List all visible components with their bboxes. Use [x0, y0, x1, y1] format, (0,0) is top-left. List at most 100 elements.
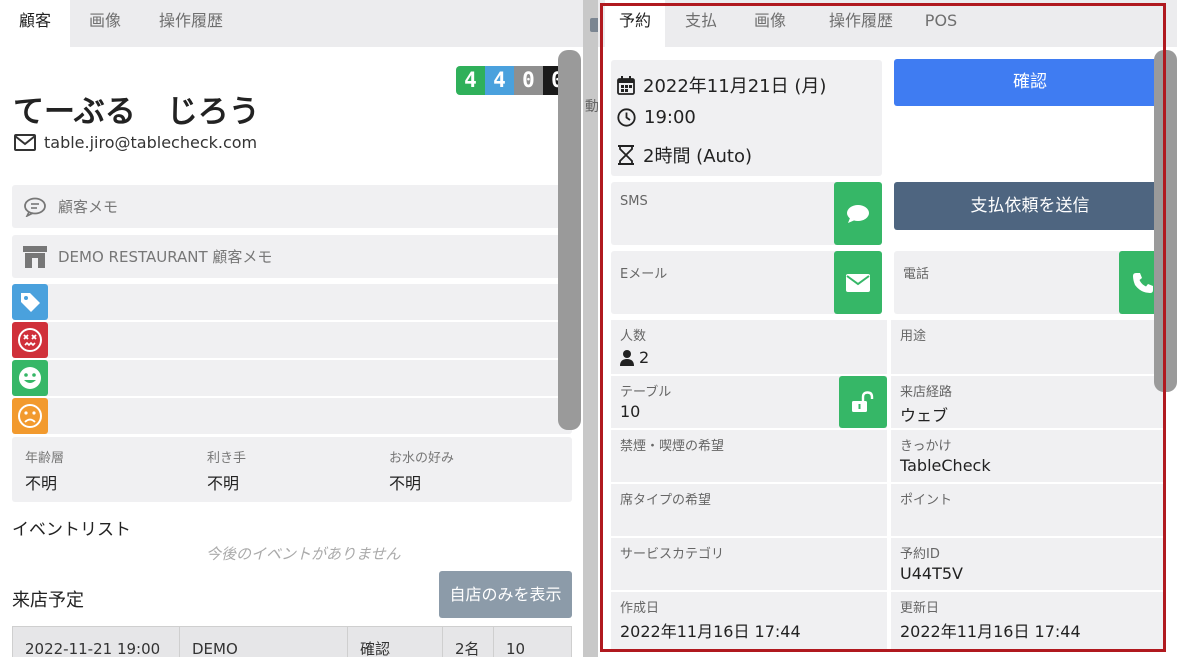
tab-history[interactable]: 操作履歴 [143, 0, 239, 47]
send-payment-request-button[interactable]: 支払依頼を送信 [894, 182, 1166, 230]
score-badge: 4 [485, 66, 514, 95]
tag-row[interactable] [12, 398, 572, 434]
visit-table: 10 [506, 640, 526, 657]
visits-title: 来店予定 [12, 590, 84, 611]
dizzy-face-icon [12, 322, 48, 358]
field-value: ウェブ [900, 406, 949, 425]
field-label: 予約ID [900, 547, 940, 562]
customer-memo-label: 顧客メモ [58, 198, 119, 216]
customer-name: てーぶる じろう [13, 94, 260, 130]
calendar-icon [617, 75, 635, 95]
field-value: 2022年11月16日 17:44 [620, 622, 801, 641]
field-value: 10 [620, 402, 641, 421]
visit-restaurant: DEMO [180, 627, 348, 657]
clock-icon [617, 108, 636, 127]
hourglass-icon [618, 145, 634, 165]
tag-icon [12, 284, 48, 320]
attribute-water: お水の好み 不明 [389, 447, 454, 494]
field-service-category[interactable]: サービスカテゴリ [611, 538, 887, 590]
reservation-duration-text: 2時間 (Auto) [643, 146, 753, 167]
customer-tabbar: 顧客 画像 操作履歴 [0, 0, 583, 47]
field-label: 作成日 [620, 601, 660, 616]
table-row[interactable]: 2022-11-21 19:00 DEMO 確認 2名 10 [12, 626, 572, 657]
reservation-date: 2022年11月21日 (月) [617, 72, 826, 98]
email-button[interactable] [834, 251, 882, 314]
envelope-icon [846, 273, 870, 292]
field-label: 用途 [900, 329, 927, 344]
tag-row[interactable] [12, 284, 572, 320]
tab-payment[interactable]: 支払 [668, 0, 734, 47]
frown-face-icon [12, 398, 48, 434]
field-label: 席タイプの希望 [620, 493, 712, 508]
field-smoking[interactable]: 禁煙・喫煙の希望 [611, 430, 887, 482]
field-source[interactable]: 来店経路 ウェブ [891, 376, 1166, 428]
chat-bubble-icon [24, 197, 46, 217]
customer-score-badges: 4 4 0 0 [456, 66, 572, 95]
field-value: TableCheck [900, 456, 991, 475]
restaurant-memo[interactable]: DEMO RESTAURANT 顧客メモ [12, 235, 572, 278]
reservation-tabbar: 予約 支払 画像 操作履歴 POS [598, 0, 1177, 47]
restaurant-memo-label: DEMO RESTAURANT 顧客メモ [58, 248, 273, 266]
field-reservation-id[interactable]: 予約ID U44T5V [891, 538, 1166, 590]
field-value: 2022年11月16日 17:44 [900, 622, 1081, 641]
field-value: U44T5V [900, 564, 963, 583]
event-list-empty: 今後のイベントがありません [206, 545, 401, 563]
attribute-age: 年齢層 不明 [25, 447, 64, 494]
field-trigger[interactable]: きっかけ TableCheck [891, 430, 1166, 482]
background-text: 動 [585, 99, 599, 115]
attribute-value: 不明 [207, 474, 240, 493]
email-label: Eメール [620, 267, 668, 282]
score-badge: 4 [456, 66, 485, 95]
sms-label: SMS [620, 194, 648, 209]
field-label: 禁煙・喫煙の希望 [620, 439, 725, 454]
field-purpose[interactable]: 用途 [891, 320, 1166, 374]
tab-pos[interactable]: POS [916, 0, 966, 47]
customer-memo[interactable]: 顧客メモ [12, 185, 572, 228]
reservation-duration: 2時間 (Auto) [617, 142, 752, 168]
attribute-handedness: 利き手 不明 [207, 447, 246, 494]
tab-reservation[interactable]: 予約 [605, 0, 665, 47]
field-created: 作成日 2022年11月16日 17:44 [611, 592, 887, 649]
reservation-date-text: 2022年11月21日 (月) [643, 76, 827, 97]
customer-panel: 顧客 画像 操作履歴 4 4 0 0 てーぶる じろう table.jiro@t… [0, 0, 583, 657]
table-lock-button[interactable] [839, 376, 887, 428]
tag-row[interactable] [12, 322, 572, 358]
tag-row[interactable] [12, 360, 572, 396]
field-label: サービスカテゴリ [620, 547, 725, 562]
tab-images[interactable]: 画像 [738, 0, 802, 47]
attribute-value: 不明 [25, 474, 58, 493]
store-icon [23, 245, 47, 268]
phone-icon [1132, 272, 1153, 293]
tab-images[interactable]: 画像 [70, 0, 140, 47]
left-scrollbar[interactable] [558, 50, 581, 430]
event-list-title: イベントリスト [12, 520, 131, 540]
field-party-size[interactable]: 人数 2 [611, 320, 887, 374]
attribute-label: 利き手 [207, 451, 247, 466]
right-scrollbar[interactable] [1154, 50, 1177, 392]
customer-email[interactable]: table.jiro@tablecheck.com [14, 133, 257, 152]
score-badge: 0 [514, 66, 543, 95]
reservation-time: 19:00 [617, 107, 696, 128]
customer-email-text: table.jiro@tablecheck.com [44, 133, 258, 152]
field-updated: 更新日 2022年11月16日 17:44 [891, 592, 1166, 649]
field-label: 人数 [620, 329, 647, 344]
own-store-only-button[interactable]: 自店のみを表示 [439, 571, 572, 618]
envelope-icon [14, 134, 36, 151]
tab-history[interactable]: 操作履歴 [811, 0, 911, 47]
confirm-button[interactable]: 確認 [894, 59, 1166, 106]
attribute-value: 不明 [389, 474, 422, 493]
person-icon [620, 349, 634, 366]
sms-button[interactable] [834, 182, 882, 245]
visit-party-size: 2名 [443, 627, 494, 657]
customer-attributes: 年齢層 不明 利き手 不明 お水の好み 不明 [12, 437, 572, 502]
reservation-time-text: 19:00 [644, 107, 696, 128]
field-label: ポイント [900, 493, 953, 508]
field-points[interactable]: ポイント [891, 484, 1166, 536]
phone-label: 電話 [903, 267, 930, 282]
field-seat-type[interactable]: 席タイプの希望 [611, 484, 887, 536]
chat-bubble-icon [847, 204, 869, 223]
field-label: 来店経路 [900, 385, 953, 400]
tab-customer[interactable]: 顧客 [0, 0, 70, 47]
visit-status: 確認 [348, 627, 443, 657]
field-label: 更新日 [900, 601, 940, 616]
